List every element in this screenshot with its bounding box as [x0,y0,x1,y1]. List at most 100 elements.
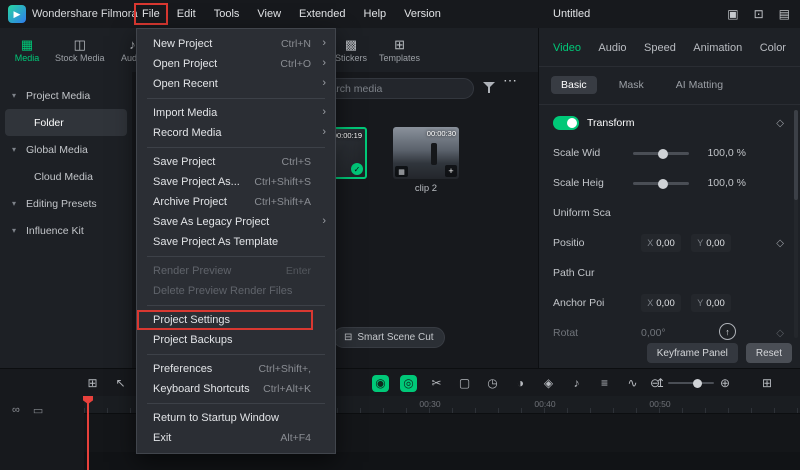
zoom-in-icon[interactable]: ⊕ [720,376,730,390]
sidebar-item[interactable]: ▾ Editing Presets [0,190,132,217]
menu-item-shortcut: Ctrl+Alt+K [263,383,311,395]
scale-height-slider[interactable] [633,182,689,185]
preview-quality-icon[interactable]: ▭ [33,404,43,417]
caret-down-icon: ▾ [12,91,22,100]
menubar-item[interactable]: Help [355,0,396,28]
anchor-y-field[interactable]: Y 0,00 [691,294,731,312]
file-menu-item[interactable]: Save As Legacy Project › [137,212,335,232]
reset-button[interactable]: Reset [746,343,792,363]
rotate-value[interactable]: 0,00° [641,327,666,339]
scale-width-slider[interactable] [633,152,689,155]
file-menu-item[interactable]: Project Backups › [137,330,335,350]
scale-width-label: Scale Wid [553,147,629,159]
file-menu-item[interactable]: Open Recent › [137,74,335,94]
properties-tab[interactable]: Animation [693,42,742,54]
sidebar-item[interactable]: ▾ Cloud Media [0,163,132,190]
sidebar-item[interactable]: ▾ Influence Kit [0,217,132,244]
file-menu-item[interactable]: New Project Ctrl+N › [137,34,335,54]
panel-scrollbar[interactable] [794,110,798,338]
file-menu-item: Render Preview Enter › [137,261,335,281]
position-x-field[interactable]: X 0,00 [641,234,681,252]
media-clip-2[interactable]: 00:00:30 ▦ + [393,127,459,179]
file-menu-item[interactable]: Save Project As... Ctrl+Shift+S › [137,172,335,192]
file-menu-item[interactable]: Return to Startup Window › [137,408,335,428]
menubar-item[interactable]: File [134,3,168,25]
menu-item-shortcut: Ctrl+Shift+, [258,363,311,375]
file-menu-item[interactable]: Preferences Ctrl+Shift+, › [137,359,335,379]
properties-subtab[interactable]: Mask [609,76,654,94]
link-tracks-icon[interactable]: ∞ [12,404,20,417]
keyframe-panel-button[interactable]: Keyframe Panel [647,343,738,363]
position-y-field[interactable]: Y 0,00 [691,234,731,252]
scale-height-value[interactable]: 100,0 % [707,177,746,189]
mask-icon[interactable]: ◈ [540,375,557,392]
media-tab[interactable]: ◫ Stock Media [50,28,110,72]
keyframe-diamond-icon[interactable]: ◇ [776,238,784,249]
properties-subtab[interactable]: Basic [551,76,597,94]
file-menu-item[interactable]: Keyboard Shortcuts Ctrl+Alt+K › [137,379,335,399]
sidebar-item[interactable]: ▾ Folder [5,109,127,136]
properties-subtab[interactable]: AI Matting [666,76,733,94]
properties-tab[interactable]: Speed [644,42,676,54]
file-menu-item[interactable]: Project Settings › [137,310,313,330]
menu-item-shortcut: Enter [286,265,311,277]
position-label: Positio [553,237,629,249]
scale-width-value[interactable]: 100,0 % [707,147,746,159]
clip-name-label: clip 2 [393,183,459,194]
add-track-icon[interactable]: ⊞ [84,375,101,392]
divider [539,66,800,67]
record-icon[interactable]: ◉ [372,375,389,392]
sidebar-item[interactable]: ▾ Global Media [0,136,132,163]
track-manager-icon[interactable]: ⊞ [762,376,772,390]
zoom-out-icon[interactable]: ⊖ [650,376,660,390]
menubar-item[interactable]: Tools [205,0,249,28]
playhead-line[interactable] [87,396,89,470]
properties-tab[interactable]: Color [760,42,786,54]
file-menu-item[interactable]: Exit Alt+F4 › [137,428,335,448]
media-tab[interactable]: ⊞ Templates [374,28,425,72]
timeline-lane[interactable] [84,452,800,470]
file-menu-item[interactable]: Archive Project Ctrl+Shift+A › [137,192,335,212]
media-sidebar: ▾ Project Media ▾ Folder ▾ Global Media … [0,72,132,368]
menu-item-label: Exit [153,432,171,444]
keyframe-diamond-icon[interactable]: ◇ [776,118,784,129]
position-row: Positio X 0,00 Y 0,00 ◇ [553,228,792,258]
file-menu-item[interactable]: Save Project Ctrl+S › [137,152,335,172]
search-input[interactable] [318,83,464,95]
file-menu-item[interactable]: Save Project As Template › [137,232,335,252]
properties-tab[interactable]: Video [553,42,581,54]
menubar-item[interactable]: Extended [290,0,354,28]
properties-tab[interactable]: Audio [598,42,626,54]
keyframe-diamond-icon[interactable]: ◇ [776,328,784,339]
voiceover-icon[interactable]: ♪ [568,375,585,392]
menubar-item[interactable]: Version [395,0,450,28]
media-tab[interactable]: ▦ Media [4,28,50,72]
more-options-button[interactable]: ⋯ [503,72,517,89]
crop-icon[interactable]: ▢ [456,375,473,392]
screen-layout-icon[interactable]: ⊡ [754,7,764,21]
select-cursor-icon[interactable]: ↖ [112,375,129,392]
media-tab-label: Stock Media [55,53,105,63]
device-preview-icon[interactable]: ▤ [779,7,790,21]
file-menu-item[interactable]: Import Media › [137,103,335,123]
menubar-item[interactable]: Edit [168,0,205,28]
anchor-x-field[interactable]: X 0,00 [641,294,681,312]
add-to-timeline-button[interactable]: + [445,165,457,177]
gift-icon[interactable]: ▣ [727,7,738,21]
transform-toggle[interactable] [553,116,579,130]
scene-detect-icon[interactable]: ◎ [400,375,417,392]
file-menu-item[interactable]: Record Media › [137,123,335,143]
scroll-up-button[interactable]: ↑ [719,323,736,340]
menu-item-label: Save As Legacy Project [153,216,269,228]
denoise-icon[interactable]: ∿ [624,375,641,392]
filter-icon[interactable] [482,81,496,95]
smart-scene-cut-button[interactable]: ⊟ Smart Scene Cut [333,327,445,348]
chroma-key-icon[interactable]: ◑ [512,375,529,392]
speed-icon[interactable]: ◷ [484,375,501,392]
menubar-item[interactable]: View [248,0,290,28]
file-menu-item[interactable]: Open Project Ctrl+O › [137,54,335,74]
timeline-zoom-slider[interactable] [668,382,714,384]
split-icon[interactable]: ✂ [428,375,445,392]
audio-mixer-icon[interactable]: ≡ [596,375,613,392]
sidebar-item[interactable]: ▾ Project Media [0,82,132,109]
